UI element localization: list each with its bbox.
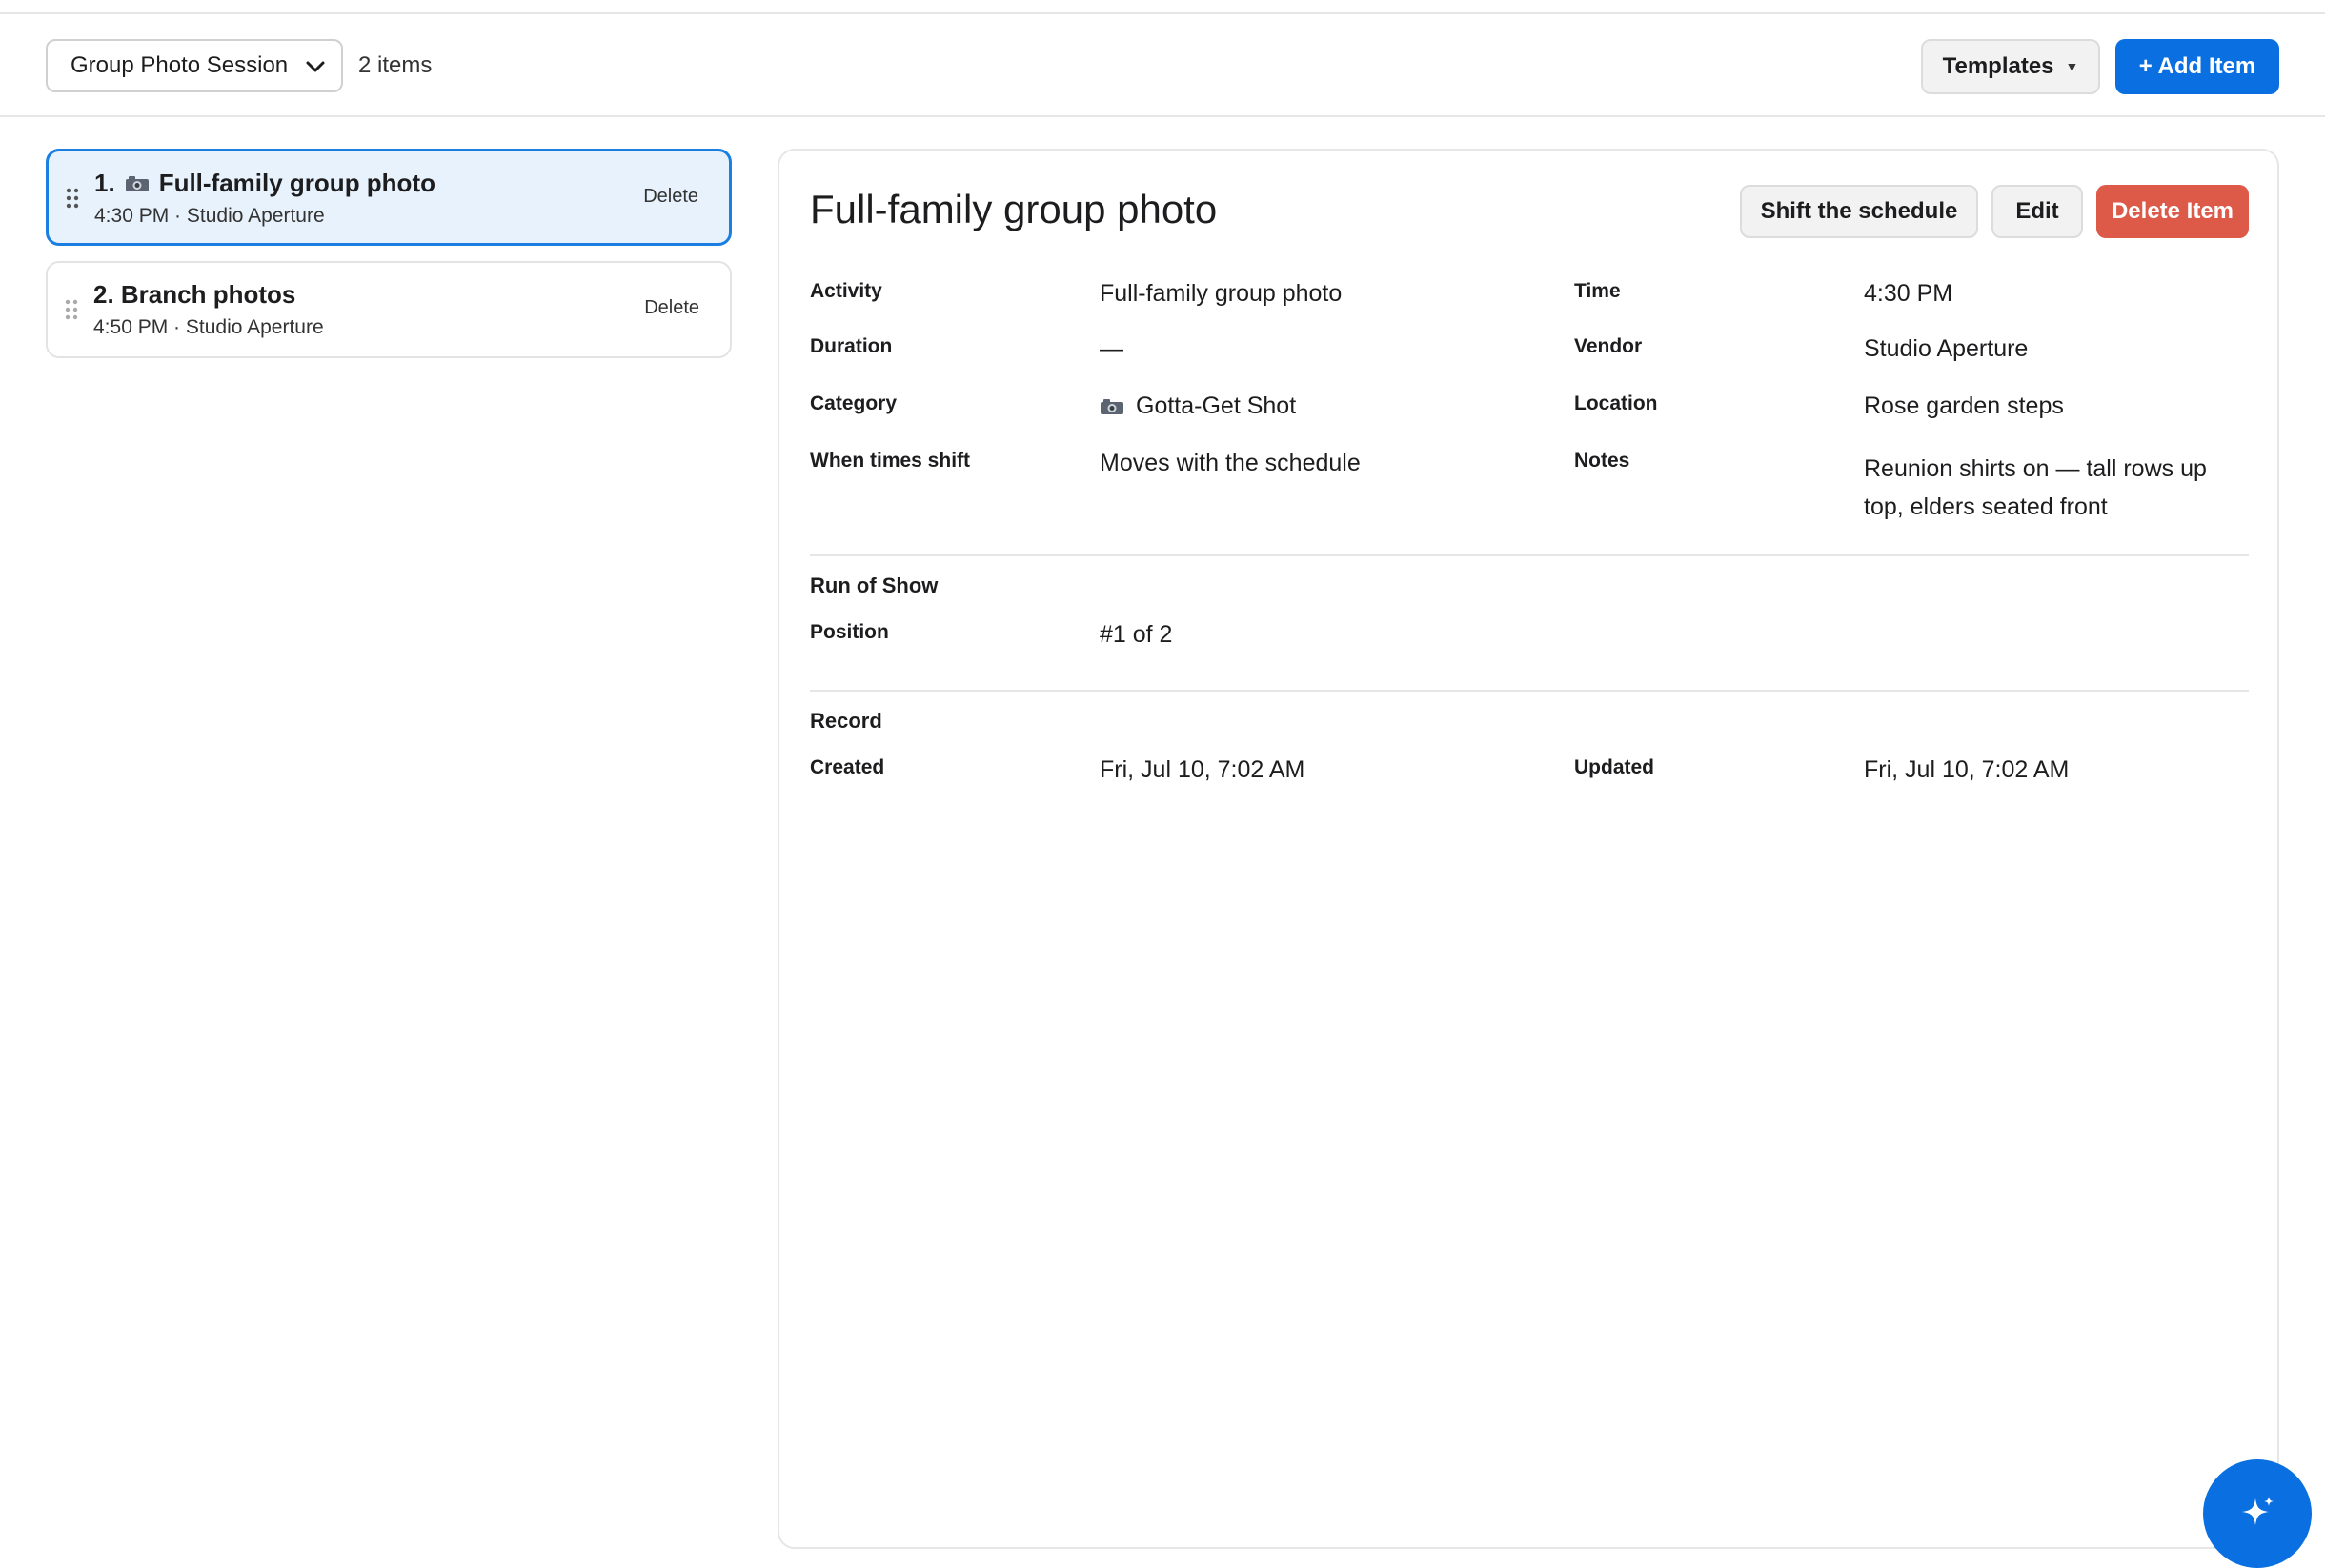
templates-label: Templates <box>1942 53 2054 79</box>
category-text: Gotta-Get Shot <box>1136 392 1297 419</box>
delete-link[interactable]: Delete <box>643 186 698 208</box>
category-label: Category <box>810 392 898 414</box>
drag-handle-icon[interactable] <box>65 299 78 320</box>
record-heading: Record <box>810 709 882 733</box>
activity-label: Activity <box>810 280 882 302</box>
top-divider <box>0 0 2325 14</box>
notes-value: Reunion shirts on — tall rows up top, el… <box>1864 450 2264 526</box>
vendor-label: Vendor <box>1574 335 1643 357</box>
time-label: Time <box>1574 280 1621 302</box>
notes-line: top, elders seated front <box>1864 493 2108 520</box>
drag-handle-icon[interactable] <box>66 188 79 209</box>
list-item[interactable]: 2. Branch photos 4:50 PM · Studio Apertu… <box>46 261 732 358</box>
shift-schedule-button[interactable]: Shift the schedule <box>1740 185 1978 238</box>
run-of-show-heading: Run of Show <box>810 573 939 597</box>
templates-button[interactable]: Templates ▼ <box>1921 39 2100 94</box>
duration-value: — <box>1100 335 1123 362</box>
section-divider <box>810 690 2249 692</box>
schedule-list: 1. Full-family group photo 4:30 PM · Stu… <box>46 149 732 373</box>
add-item-button[interactable]: + Add Item <box>2115 39 2279 94</box>
camera-icon <box>125 175 149 191</box>
delete-link[interactable]: Delete <box>644 297 699 319</box>
list-item[interactable]: 1. Full-family group photo 4:30 PM · Stu… <box>46 149 732 246</box>
updated-label: Updated <box>1574 756 1654 778</box>
session-select-value: Group Photo Session <box>71 52 289 78</box>
position-label: Position <box>810 621 889 643</box>
list-item-subtitle: 4:50 PM · Studio Aperture <box>93 316 324 338</box>
detail-title: Full-family group photo <box>810 187 1218 231</box>
notes-label: Notes <box>1574 450 1630 472</box>
detail-panel: Full-family group photo Shift the schedu… <box>778 149 2279 1549</box>
when-times-shift-label: When times shift <box>810 450 971 472</box>
list-item-title: 2. Branch photos <box>93 280 296 309</box>
section-divider <box>810 554 2249 556</box>
time-value: 4:30 PM <box>1864 280 1953 307</box>
position-value: #1 of 2 <box>1100 621 1173 648</box>
delete-item-button[interactable]: Delete Item <box>2096 185 2249 238</box>
caret-down-icon: ▼ <box>2065 59 2079 74</box>
list-item-name: Full-family group photo <box>158 169 435 197</box>
location-label: Location <box>1574 392 1658 414</box>
duration-label: Duration <box>810 335 893 357</box>
location-value: Rose garden steps <box>1864 392 2064 419</box>
category-value: Gotta-Get Shot <box>1100 392 1296 420</box>
notes-line: Reunion shirts on — tall rows up <box>1864 455 2207 482</box>
list-item-subtitle: 4:30 PM · Studio Aperture <box>94 205 325 227</box>
created-value: Fri, Jul 10, 7:02 AM <box>1100 756 1305 783</box>
item-count: 2 items <box>358 52 433 78</box>
list-item-title: 1. Full-family group photo <box>94 169 435 198</box>
assistant-fab-button[interactable] <box>2203 1459 2312 1568</box>
activity-value: Full-family group photo <box>1100 280 1343 307</box>
vendor-value: Studio Aperture <box>1864 335 2029 362</box>
when-times-shift-value: Moves with the schedule <box>1100 450 1361 476</box>
edit-button[interactable]: Edit <box>1991 185 2083 238</box>
updated-value: Fri, Jul 10, 7:02 AM <box>1864 756 2070 783</box>
session-select[interactable]: Group Photo Session <box>46 39 343 92</box>
list-item-number: 1. <box>94 169 115 197</box>
camera-icon <box>1101 398 1123 414</box>
sparkle-icon <box>2242 1497 2274 1525</box>
toolbar: Group Photo Session 2 items Templates ▼ … <box>0 14 2325 117</box>
created-label: Created <box>810 756 885 778</box>
chevron-down-icon <box>306 61 325 72</box>
